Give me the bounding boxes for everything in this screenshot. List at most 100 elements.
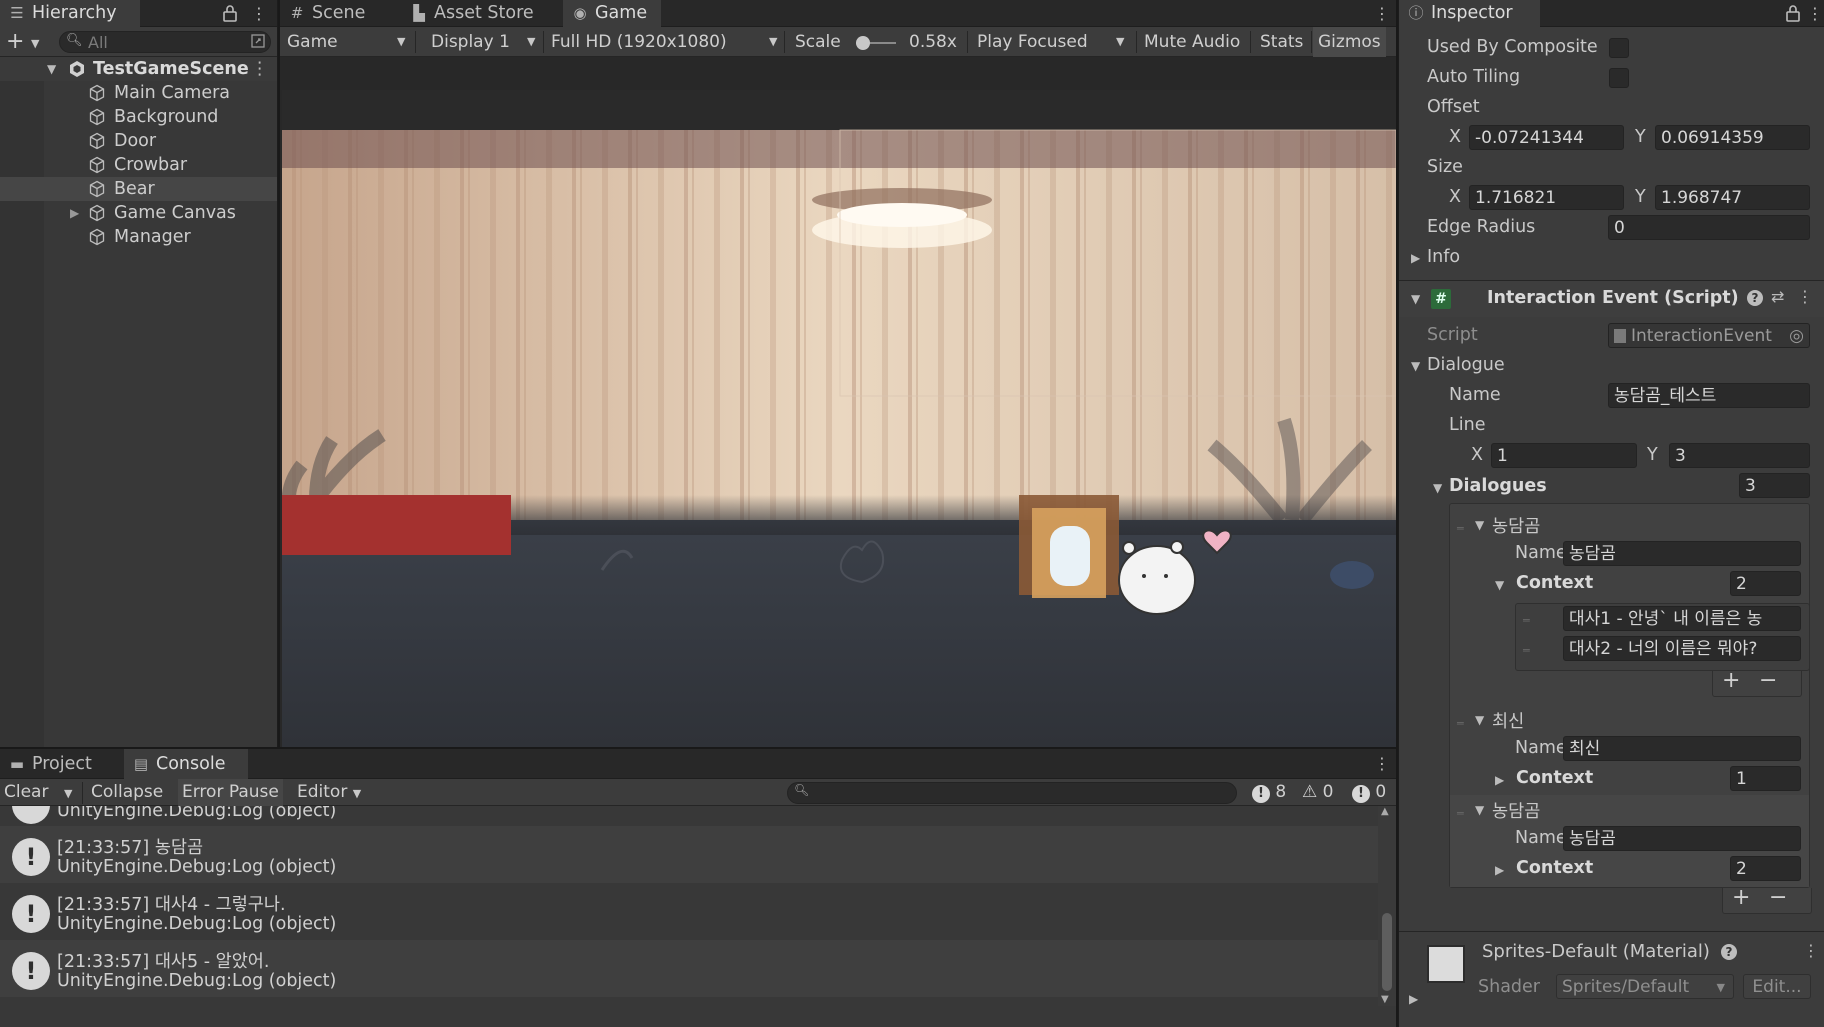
offset-x-field[interactable]: -0.07241344 [1469, 125, 1624, 150]
console-menu-icon[interactable]: ⋮ [1374, 749, 1390, 779]
console-scroll-thumb[interactable] [1382, 913, 1392, 991]
used-by-composite-checkbox[interactable] [1609, 38, 1629, 58]
context-item-field[interactable]: 대사2 - 너의 이름은 뭐야? [1563, 636, 1801, 661]
add-context-button[interactable]: + [1722, 668, 1740, 693]
tab-project[interactable]: ▬ Project [0, 749, 102, 779]
resolution-dropdown[interactable]: Full HD (1920x1080) ▼ [551, 27, 777, 57]
dialogue-element-header[interactable]: 농담곰 [1492, 798, 1540, 823]
search-filter-icon[interactable] [250, 33, 266, 54]
shader-edit-button[interactable]: Edit... [1743, 974, 1811, 999]
drag-handle-icon[interactable]: ═ [1457, 807, 1464, 820]
context-foldout-icon[interactable]: ▶ [1495, 773, 1504, 787]
error-pause-button[interactable]: Error Pause [178, 779, 283, 806]
material-foldout-icon[interactable]: ▶ [1409, 992, 1418, 1006]
hierarchy-item-crowbar[interactable]: Crowbar [0, 153, 277, 177]
lock-icon[interactable] [222, 4, 238, 27]
hierarchy-item-background[interactable]: Background [0, 105, 277, 129]
drag-handle-icon[interactable]: ═ [1457, 717, 1464, 730]
dialogue-name-field[interactable]: 농담곰_테스트 [1608, 383, 1810, 408]
shader-dropdown[interactable]: Sprites/Default ▼ [1556, 974, 1734, 999]
info-foldout-icon[interactable]: ▶ [1411, 251, 1420, 265]
inspector-menu-icon[interactable]: ⋮ [1807, 0, 1823, 27]
tab-console[interactable]: ▤ Console [124, 749, 248, 779]
scroll-down-icon[interactable]: ▼ [1381, 994, 1389, 1005]
hierarchy-item-game-canvas[interactable]: ▶ Game Canvas [0, 201, 277, 225]
drag-handle-icon[interactable]: ═ [1523, 644, 1530, 657]
context-item-field[interactable]: 대사1 - 안녕` 내 이름은 농 [1563, 606, 1801, 631]
collapse-button[interactable]: Collapse [91, 779, 163, 806]
game-render[interactable] [282, 90, 1396, 747]
material-menu-icon[interactable]: ⋮ [1803, 941, 1819, 960]
add-icon[interactable]: + [6, 27, 24, 57]
console-log-entry[interactable]: ! [21:33:57] 대사5 - 알았어. UnityEngine.Debu… [0, 940, 1378, 997]
play-mode-dropdown[interactable]: Play Focused ▼ [977, 27, 1124, 57]
clear-button[interactable]: Clear [4, 779, 48, 806]
drag-handle-icon[interactable]: ═ [1457, 522, 1464, 535]
hierarchy-menu-icon[interactable]: ⋮ [251, 0, 267, 27]
display-dropdown[interactable]: Display 1 ▼ [431, 27, 535, 57]
clear-options-dropdown[interactable]: ▼ [64, 779, 72, 806]
tab-scene[interactable]: # Scene [280, 0, 375, 27]
dialogues-foldout-icon[interactable]: ▼ [1433, 481, 1442, 495]
help-icon[interactable]: ? [1747, 290, 1763, 306]
gizmos-button[interactable]: Gizmos [1313, 27, 1386, 57]
element-name-field[interactable]: 최신 [1563, 736, 1801, 761]
error-count-toggle[interactable]: ! 0 [1352, 779, 1386, 806]
mute-audio-button[interactable]: Mute Audio [1144, 27, 1240, 57]
component-header[interactable]: ▼ # Interaction Event (Script) ? ⇄ ⋮ [1399, 281, 1824, 317]
add-dialogue-button[interactable]: + [1732, 885, 1750, 910]
tab-asset-store[interactable]: ▙ Asset Store [402, 0, 544, 27]
console-log-entry[interactable]: ! [21:33:57] 대사4 - 그렇구나. UnityEngine.Deb… [0, 883, 1378, 940]
hierarchy-item-door[interactable]: Door [0, 129, 277, 153]
hierarchy-search-input[interactable]: 🔍︎ All [59, 31, 271, 53]
dialogue-element-header[interactable]: 농담곰 [1492, 513, 1540, 538]
info-count-toggle[interactable]: ! 8 [1252, 779, 1286, 806]
edge-radius-field[interactable]: 0 [1608, 215, 1810, 240]
editor-dropdown[interactable]: Editor ▼ [297, 779, 361, 806]
line-y-field[interactable]: 3 [1669, 443, 1810, 468]
game-mode-dropdown[interactable]: Game ▼ [287, 27, 405, 57]
offset-y-field[interactable]: 0.06914359 [1655, 125, 1810, 150]
console-search-input[interactable]: 🔍︎ [787, 782, 1237, 804]
element-foldout-icon[interactable]: ▼ [1475, 518, 1484, 532]
hierarchy-item-manager[interactable]: Manager [0, 225, 277, 249]
scene-menu-icon[interactable]: ⋮ [251, 57, 269, 81]
remove-dialogue-button[interactable]: − [1769, 885, 1787, 910]
component-foldout-icon[interactable]: ▼ [1411, 292, 1420, 306]
script-field[interactable]: InteractionEvent ◎ [1608, 323, 1810, 348]
hierarchy-item-main-camera[interactable]: Main Camera [0, 81, 277, 105]
line-x-field[interactable]: 1 [1491, 443, 1637, 468]
dialogues-count-field[interactable]: 3 [1739, 473, 1810, 498]
dialogue-foldout-icon[interactable]: ▼ [1411, 359, 1420, 373]
help-icon[interactable]: ? [1721, 944, 1737, 960]
tab-game[interactable]: ◉ Game [563, 0, 661, 27]
game-menu-icon[interactable]: ⋮ [1374, 0, 1390, 27]
info-foldout-label[interactable]: Info [1427, 247, 1460, 267]
console-log-entry[interactable]: ! [21:33:57] 농담곰 UnityEngine.Debug:Log (… [0, 826, 1378, 883]
auto-tiling-checkbox[interactable] [1609, 68, 1629, 88]
context-count-field[interactable]: 2 [1730, 856, 1801, 881]
foldout-open-icon[interactable]: ▼ [47, 57, 56, 81]
scene-row[interactable]: ▼ TestGameScene ⋮ [0, 57, 277, 81]
dialogue-element-header[interactable]: 최신 [1492, 708, 1524, 733]
chevron-down-icon[interactable]: ▼ [31, 27, 39, 57]
context-count-field[interactable]: 2 [1730, 571, 1801, 596]
context-foldout-icon[interactable]: ▼ [1495, 578, 1504, 592]
size-x-field[interactable]: 1.716821 [1469, 185, 1624, 210]
element-name-field[interactable]: 농담곰 [1563, 541, 1801, 566]
remove-context-button[interactable]: − [1759, 668, 1777, 693]
tab-hierarchy[interactable]: ☰ Hierarchy [0, 0, 140, 27]
foldout-closed-icon[interactable]: ▶ [70, 201, 79, 225]
stats-button[interactable]: Stats [1260, 27, 1303, 57]
element-foldout-icon[interactable]: ▼ [1475, 713, 1484, 727]
hierarchy-item-bear[interactable]: Bear [0, 177, 277, 201]
size-y-field[interactable]: 1.968747 [1655, 185, 1810, 210]
console-scrollbar[interactable]: ▲ ▼ [1378, 806, 1396, 1006]
presets-icon[interactable]: ⇄ [1771, 287, 1784, 306]
component-menu-icon[interactable]: ⋮ [1797, 287, 1813, 306]
lock-icon[interactable] [1785, 4, 1801, 27]
tab-inspector[interactable]: ⓘ Inspector [1399, 0, 1540, 27]
object-picker-icon[interactable]: ◎ [1789, 324, 1804, 347]
context-count-field[interactable]: 1 [1730, 766, 1801, 791]
context-foldout-icon[interactable]: ▶ [1495, 863, 1504, 877]
